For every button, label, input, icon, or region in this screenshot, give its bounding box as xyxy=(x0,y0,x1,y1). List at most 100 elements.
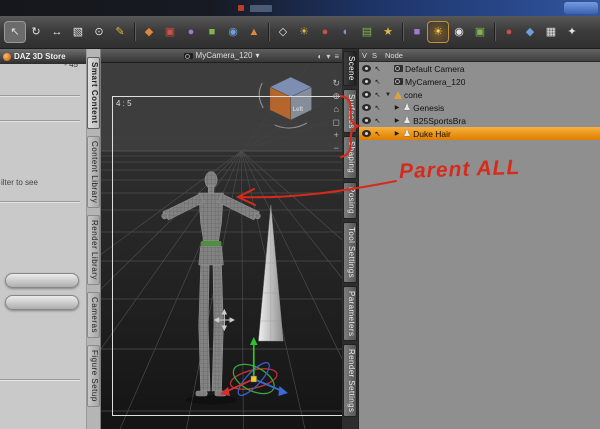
tab-parameters[interactable]: Parameters xyxy=(343,285,357,341)
scene-node-default-camera[interactable]: ↖ Default Camera xyxy=(359,62,600,75)
capture-tool-icon[interactable]: ▣ xyxy=(470,22,490,42)
store-label: DAZ 3D Store xyxy=(14,52,66,61)
camera-dropdown-icon[interactable]: ▾ xyxy=(255,51,259,60)
surface-tool-icon[interactable]: ◆ xyxy=(139,22,159,42)
viewport: MyCamera_120 ▾ ◐ ▾ ≡ Left 4: 5 ↻ ⊕ ⌂ ◻ … xyxy=(101,49,342,429)
tab-scene[interactable]: Scene xyxy=(343,51,357,86)
grid-tool-icon[interactable]: ■ xyxy=(407,22,427,42)
favorites-tool-icon[interactable]: ★ xyxy=(378,22,398,42)
node-name[interactable]: Default Camera xyxy=(405,64,465,74)
tab-content-library[interactable]: Content Library xyxy=(87,135,100,208)
window-button[interactable] xyxy=(564,2,598,14)
main-toolbar: ↖ ↻ ↔ ▧ ⊙ ✎ ◆ ▣ ● ■ ◉ ▲ ◇ ☀ ● ◐ ▤ ★ ■ ☀ … xyxy=(0,16,600,49)
viewport-header-controls: ◐ ▾ ≡ xyxy=(317,49,339,63)
column-node: Node xyxy=(385,50,403,60)
sphere-view-tool-icon[interactable]: ◐ xyxy=(336,22,356,42)
tab-tool-settings[interactable]: Tool Settings xyxy=(343,221,357,283)
selectable-cursor-icon[interactable]: ↖ xyxy=(373,104,382,112)
camera-node-icon xyxy=(394,78,403,85)
node-name[interactable]: Duke Hair xyxy=(413,129,451,139)
visibility-eye-icon[interactable] xyxy=(362,78,371,85)
magnet-tool-icon[interactable]: ◉ xyxy=(223,22,243,42)
expand-arrow-icon[interactable]: ▶ xyxy=(393,117,401,124)
selectable-cursor-icon[interactable]: ↖ xyxy=(373,65,382,73)
daz-studio-window: ↖ ↻ ↔ ▧ ⊙ ✎ ◆ ▣ ● ■ ◉ ▲ ◇ ☀ ● ◐ ▤ ★ ■ ☀ … xyxy=(0,0,600,429)
selectable-cursor-icon[interactable]: ↖ xyxy=(373,130,382,138)
layers-tool-icon[interactable]: ▤ xyxy=(357,22,377,42)
tab-figure-setup[interactable]: Figure Setup xyxy=(87,344,100,407)
expand-arrow-icon[interactable]: ▶ xyxy=(393,130,401,137)
camera-tool-icon[interactable]: ◉ xyxy=(449,22,469,42)
left-tab-strip: Smart Content Content Library Render Lib… xyxy=(86,49,101,429)
expand-arrow-icon[interactable]: ▶ xyxy=(393,104,401,111)
environment-tool-icon[interactable]: ☀ xyxy=(294,22,314,42)
selectable-cursor-icon[interactable]: ↖ xyxy=(373,117,382,125)
tab-surfaces[interactable]: Surfaces xyxy=(343,88,357,134)
record-tool-icon[interactable]: ● xyxy=(499,22,519,42)
figure-node-icon: ♟ xyxy=(403,102,412,112)
drawstyle-sphere-icon[interactable]: ◐ xyxy=(317,52,322,61)
viewport-menu-icon[interactable]: ≡ xyxy=(334,52,339,61)
visibility-eye-icon[interactable] xyxy=(362,65,371,72)
pan-control-icon[interactable]: ⊕ xyxy=(332,92,340,101)
node-name[interactable]: MyCamera_120 xyxy=(405,77,465,87)
primitive-create-icon[interactable]: ■ xyxy=(202,22,222,42)
visibility-eye-icon[interactable] xyxy=(362,91,371,98)
scene-tree-empty-area[interactable] xyxy=(359,140,600,429)
wardrobe-tool-icon[interactable]: ◇ xyxy=(273,22,293,42)
scene-node-duke-hair[interactable]: ↖ ▶ ♟ Duke Hair xyxy=(359,127,600,140)
content-action-button[interactable] xyxy=(5,295,79,310)
content-action-button[interactable] xyxy=(5,273,79,288)
selectable-cursor-icon[interactable]: ↖ xyxy=(373,78,382,86)
scene-node-genesis[interactable]: ↖ ▶ ♟ Genesis xyxy=(359,101,600,114)
selectable-cursor-icon[interactable]: ↖ xyxy=(373,91,382,99)
material-tool-icon[interactable]: ● xyxy=(315,22,335,42)
settings-tool-icon[interactable]: ✦ xyxy=(562,22,582,42)
tab-posing[interactable]: Posing xyxy=(343,181,357,219)
figure-create-icon[interactable]: ▲ xyxy=(244,22,264,42)
visibility-eye-icon[interactable] xyxy=(362,104,371,111)
scale-tool-icon[interactable]: ▧ xyxy=(68,22,88,42)
zoom-out-icon[interactable]: − xyxy=(332,144,340,153)
orbit-control-icon[interactable]: ↻ xyxy=(332,79,340,88)
visibility-eye-icon[interactable] xyxy=(362,117,371,124)
expand-arrow-icon[interactable]: ▼ xyxy=(384,92,392,98)
spot-render-tool-icon[interactable]: ▣ xyxy=(160,22,180,42)
tab-smart-content[interactable]: Smart Content xyxy=(87,57,100,129)
rotate-tool-icon[interactable]: ↻ xyxy=(26,22,46,42)
visibility-eye-icon[interactable] xyxy=(362,130,371,137)
list-divider xyxy=(0,120,80,121)
translate-tool-icon[interactable]: ↔ xyxy=(47,22,67,42)
titlebar-badge xyxy=(238,5,244,11)
tab-render-library[interactable]: Render Library xyxy=(87,214,100,285)
tab-shaping[interactable]: Shaping xyxy=(343,136,357,179)
home-view-icon[interactable]: ⌂ xyxy=(332,105,340,114)
camera-selector[interactable]: MyCamera_120 xyxy=(196,51,253,60)
node-editor-tool-icon[interactable]: ✎ xyxy=(110,22,130,42)
universal-tool-icon[interactable]: ⊙ xyxy=(89,22,109,42)
node-name[interactable]: cone xyxy=(404,90,422,100)
tab-render-settings[interactable]: Render Settings xyxy=(343,343,357,418)
store-icon xyxy=(3,52,11,61)
pointer-tool-icon[interactable]: ↖ xyxy=(4,21,26,43)
viewport-header: MyCamera_120 ▾ ◐ ▾ ≡ xyxy=(101,49,342,63)
scene-tree-panel: V S Node ↖ Default Camera ↖ MyCamera_120 xyxy=(358,49,600,429)
viewport-canvas[interactable]: Left 4 : 5 ↻ ⊕ ⌂ ◻ + − xyxy=(101,63,342,429)
drawstyle-dropdown-icon[interactable]: ▾ xyxy=(326,52,330,61)
layout-tool-icon[interactable]: ▦ xyxy=(541,22,561,42)
scene-node-mycamera-120[interactable]: ↖ MyCamera_120 xyxy=(359,75,600,88)
column-selectable: S xyxy=(372,50,378,60)
powerpose-tool-icon[interactable]: ● xyxy=(181,22,201,42)
tab-cameras[interactable]: Cameras xyxy=(87,291,100,338)
zoom-in-icon[interactable]: + xyxy=(332,131,340,140)
node-name[interactable]: Genesis xyxy=(413,103,444,113)
aux-view-tool-icon[interactable]: ◆ xyxy=(520,22,540,42)
scene-node-b25sportsbra[interactable]: ↖ ▶ ♟ B25SportsBra xyxy=(359,114,600,127)
toolbar-separator xyxy=(494,23,495,41)
scene-node-cone[interactable]: ↖ ▼ cone xyxy=(359,88,600,101)
figure-shadow xyxy=(185,395,237,405)
viewport-nav-controls: ↻ ⊕ ⌂ ◻ + − xyxy=(332,79,340,153)
frame-view-icon[interactable]: ◻ xyxy=(332,118,340,127)
light-toggle-icon[interactable]: ☀ xyxy=(427,21,449,43)
node-name[interactable]: B25SportsBra xyxy=(413,116,466,126)
